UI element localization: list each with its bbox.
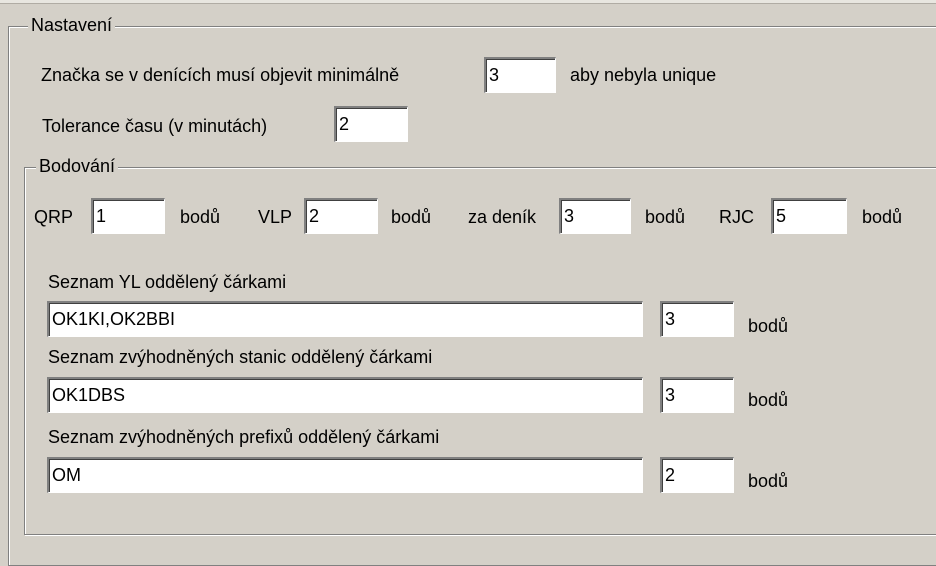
scoring-legend: Bodování [36, 155, 119, 177]
yl-points-input[interactable] [660, 301, 734, 337]
rjc-points-input[interactable] [771, 198, 847, 234]
stations-points-input[interactable] [660, 377, 734, 413]
rjc-unit-label: bodů [862, 207, 903, 227]
prefixes-points-input[interactable] [660, 457, 734, 493]
stations-list-label: Seznam zvýhodněných stanic oddělený čárk… [48, 347, 433, 367]
time-tolerance-label: Tolerance času (v minutách) [42, 116, 268, 136]
settings-legend: Nastavení [28, 14, 116, 36]
log-points-input[interactable] [559, 198, 631, 234]
prefixes-list-input[interactable] [47, 457, 643, 493]
min-occurrence-suffix: aby nebyla unique [570, 65, 717, 85]
stations-unit-label: bodů [748, 390, 789, 410]
qrp-unit-label: bodů [180, 207, 221, 227]
min-occurrence-label: Značka se v denících musí objevit minimá… [41, 65, 400, 85]
prefixes-list-label: Seznam zvýhodněných prefixů oddělený čár… [48, 427, 440, 447]
time-tolerance-input[interactable] [334, 106, 408, 142]
yl-unit-label: bodů [748, 316, 789, 336]
qrp-label: QRP [34, 207, 74, 227]
stations-list-input[interactable] [47, 377, 643, 413]
prefixes-unit-label: bodů [748, 471, 789, 491]
top-edge [0, 0, 936, 4]
vlp-unit-label: bodů [391, 207, 432, 227]
vlp-label: VLP [258, 207, 293, 227]
log-unit-label: bodů [645, 207, 686, 227]
vlp-points-input[interactable] [304, 198, 378, 234]
rjc-label: RJC [719, 207, 754, 227]
yl-list-input[interactable] [47, 301, 643, 337]
yl-list-label: Seznam YL oddělený čárkami [48, 272, 287, 292]
log-label: za deník [468, 207, 537, 227]
min-occurrence-input[interactable] [484, 57, 556, 93]
qrp-points-input[interactable] [91, 198, 165, 234]
